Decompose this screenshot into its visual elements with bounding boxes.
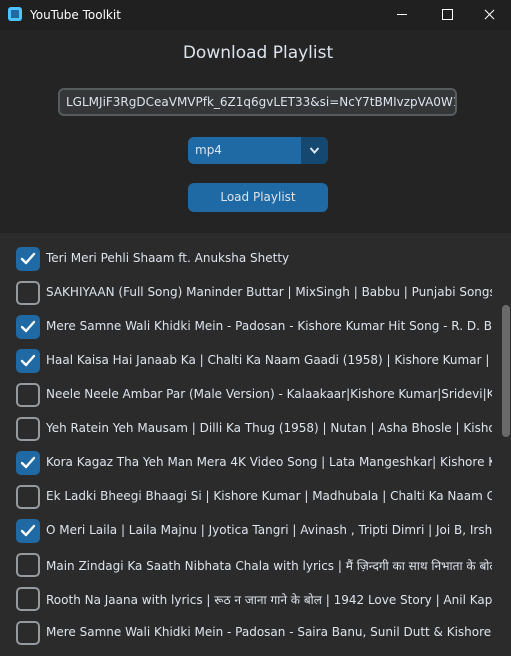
playlist-item[interactable]: O Meri Laila | Laila Majnu | Jyotica Tan…	[16, 519, 492, 543]
playlist-item-label: Ek Ladki Bheegi Bhaagi Si | Kishore Kuma…	[46, 489, 492, 503]
list-scrollbar[interactable]	[502, 305, 510, 437]
checkmark-icon	[20, 320, 36, 333]
playlist-item-checkbox[interactable]	[16, 587, 40, 611]
playlist-item-checkbox[interactable]	[16, 417, 40, 441]
playlist-item-label: O Meri Laila | Laila Majnu | Jyotica Tan…	[46, 523, 492, 537]
playlist-item-label: Main Zindagi Ka Saath Nibhata Chala with…	[46, 559, 492, 573]
minimize-button[interactable]	[379, 0, 423, 30]
checkmark-icon	[20, 456, 36, 469]
playlist-item[interactable]: Mere Samne Wali Khidki Mein - Padosan - …	[16, 621, 492, 645]
page-title: Download Playlist	[182, 43, 334, 63]
playlist-item-checkbox[interactable]	[16, 485, 40, 509]
format-dropdown[interactable]: mp4	[188, 137, 328, 164]
playlist-item-checkbox[interactable]	[16, 553, 40, 577]
playlist-item[interactable]: Haal Kaisa Hai Janaab Ka | Chalti Ka Naa…	[16, 349, 492, 373]
playlist-item-checkbox[interactable]	[16, 247, 40, 271]
checkmark-icon	[20, 524, 36, 537]
playlist-items-panel[interactable]: Teri Meri Pehli Shaam ft. Anuksha Shetty…	[0, 233, 511, 656]
playlist-item[interactable]: Yeh Ratein Yeh Mausam | Dilli Ka Thug (1…	[16, 417, 492, 441]
playlist-item[interactable]: Teri Meri Pehli Shaam ft. Anuksha Shetty	[16, 247, 492, 271]
checkmark-icon	[20, 354, 36, 367]
url-input-value: LGLMJiF3RgDCeaVMVPfk_6Z1q6gvLET33&si=NcY…	[66, 95, 457, 109]
checkmark-icon	[20, 252, 36, 265]
playlist-item[interactable]: Main Zindagi Ka Saath Nibhata Chala with…	[16, 553, 492, 577]
chevron-down-icon	[309, 147, 320, 155]
window-title: YouTube Toolkit	[30, 8, 121, 22]
playlist-item[interactable]: Neele Neele Ambar Par (Male Version) - K…	[16, 383, 492, 407]
playlist-item[interactable]: Kora Kagaz Tha Yeh Man Mera 4K Video Son…	[16, 451, 492, 475]
load-playlist-button[interactable]: Load Playlist	[188, 183, 328, 212]
playlist-item-label: Neele Neele Ambar Par (Male Version) - K…	[46, 387, 492, 401]
playlist-item-checkbox[interactable]	[16, 349, 40, 373]
playlist-item-checkbox[interactable]	[16, 383, 40, 407]
playlist-item-label: Mere Samne Wali Khidki Mein - Padosan - …	[46, 625, 492, 639]
app-icon	[8, 7, 22, 21]
playlist-item[interactable]: Rooth Na Jaana with lyrics | रूठ न जाना …	[16, 587, 492, 611]
format-dropdown-arrow[interactable]	[301, 137, 328, 164]
playlist-item-checkbox[interactable]	[16, 621, 40, 645]
playlist-item-label: Rooth Na Jaana with lyrics | रूठ न जाना …	[46, 593, 492, 607]
format-selected-value: mp4	[195, 143, 222, 157]
title-bar: YouTube Toolkit	[0, 0, 511, 30]
playlist-item[interactable]: Ek Ladki Bheegi Bhaagi Si | Kishore Kuma…	[16, 485, 492, 509]
playlist-item-label: Kora Kagaz Tha Yeh Man Mera 4K Video Son…	[46, 455, 492, 469]
playlist-item[interactable]: Mere Samne Wali Khidki Mein - Padosan - …	[16, 315, 492, 339]
maximize-button[interactable]	[424, 0, 468, 30]
playlist-url-input[interactable]: LGLMJiF3RgDCeaVMVPfk_6Z1q6gvLET33&si=NcY…	[58, 88, 457, 116]
playlist-item-label: Teri Meri Pehli Shaam ft. Anuksha Shetty	[46, 251, 290, 265]
playlist-item[interactable]: SAKHIYAAN (Full Song) Maninder Buttar | …	[16, 281, 492, 305]
playlist-item-checkbox[interactable]	[16, 451, 40, 475]
playlist-item-label: SAKHIYAAN (Full Song) Maninder Buttar | …	[46, 285, 492, 299]
playlist-item-label: Yeh Ratein Yeh Mausam | Dilli Ka Thug (1…	[46, 421, 492, 435]
playlist-item-checkbox[interactable]	[16, 315, 40, 339]
playlist-item-label: Mere Samne Wali Khidki Mein - Padosan - …	[46, 319, 492, 333]
playlist-item-checkbox[interactable]	[16, 519, 40, 543]
playlist-item-checkbox[interactable]	[16, 281, 40, 305]
playlist-item-label: Haal Kaisa Hai Janaab Ka | Chalti Ka Naa…	[46, 353, 492, 367]
close-button[interactable]	[469, 0, 511, 30]
